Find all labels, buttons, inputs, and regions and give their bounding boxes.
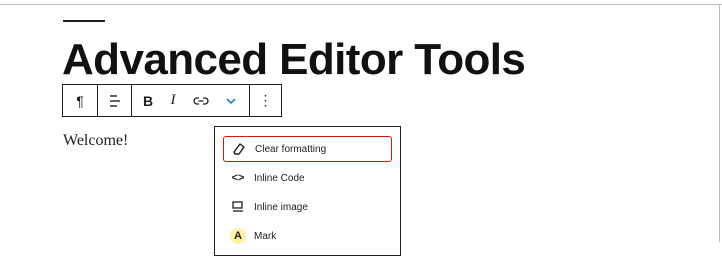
italic-label: I — [170, 92, 176, 108]
page-heading[interactable]: Advanced Editor Tools — [62, 34, 526, 86]
code-brackets-icon: <> — [231, 172, 245, 184]
menu-item-inline-code[interactable]: <> Inline Code — [223, 165, 392, 191]
inline-image-icon — [230, 199, 246, 215]
toolbar-divider — [131, 85, 132, 116]
link-button[interactable] — [189, 85, 213, 116]
paragraph-block-button[interactable]: ¶ — [63, 85, 97, 116]
chevron-down-icon — [226, 97, 236, 104]
align-left-icon — [109, 94, 120, 107]
menu-item-label: Clear formatting — [255, 143, 327, 155]
align-button[interactable] — [98, 85, 131, 116]
bold-button[interactable]: B — [137, 85, 159, 116]
menu-item-inline-image[interactable]: Inline image — [223, 194, 392, 220]
more-vertical-icon: ⋮ — [258, 92, 273, 108]
italic-button[interactable]: I — [163, 85, 183, 116]
link-icon — [193, 96, 209, 105]
menu-item-label: Mark — [254, 230, 277, 242]
menu-item-label: Inline Code — [254, 172, 305, 184]
rich-text-dropdown-menu: Clear formatting <> Inline Code Inline i… — [214, 126, 401, 256]
frame-border-top — [0, 4, 722, 5]
menu-item-clear-formatting[interactable]: Clear formatting — [223, 136, 392, 162]
frame-border-right — [719, 4, 720, 242]
paragraph-block[interactable]: Welcome! — [63, 132, 128, 150]
block-toolbar: ¶ B I ⋮ — [62, 84, 282, 117]
bold-label: B — [142, 92, 154, 109]
options-button[interactable]: ⋮ — [250, 85, 281, 116]
paragraph-icon: ¶ — [76, 92, 84, 109]
menu-item-mark[interactable]: A Mark — [223, 223, 392, 249]
separator-block[interactable] — [63, 20, 105, 22]
more-rich-text-button[interactable] — [219, 85, 243, 116]
eraser-icon — [231, 141, 247, 157]
menu-item-label: Inline image — [254, 201, 308, 213]
